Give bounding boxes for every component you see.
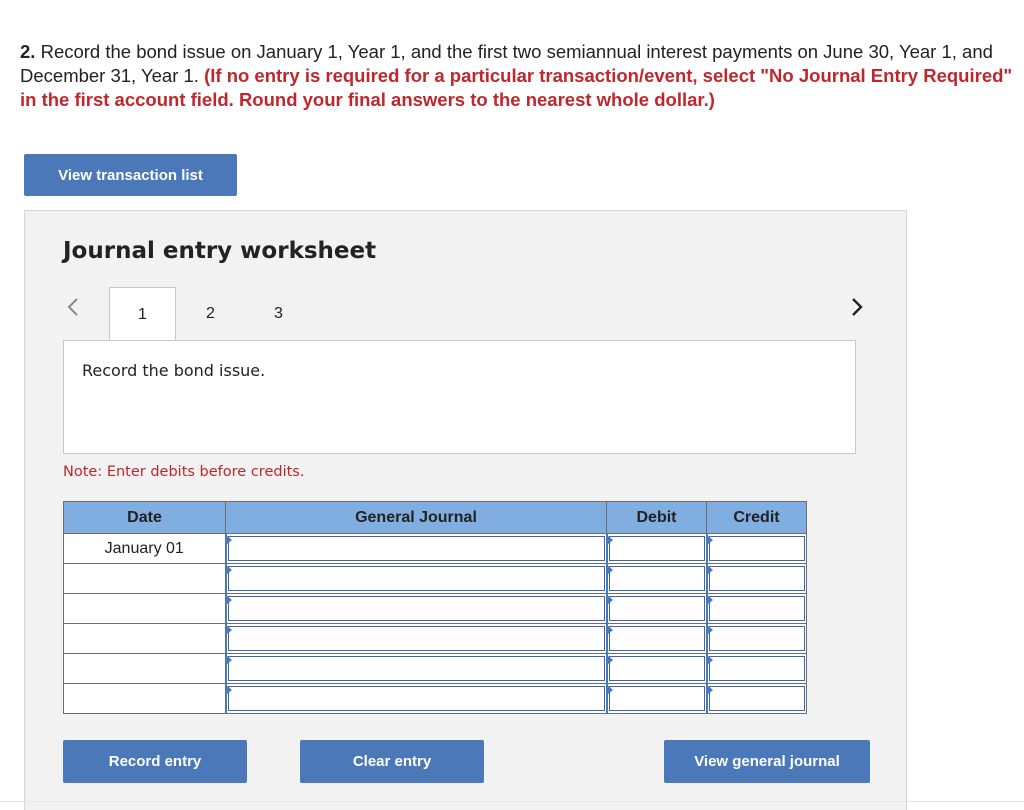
- account-field[interactable]: [227, 566, 605, 591]
- tab-1[interactable]: 1: [109, 287, 176, 341]
- credit-field[interactable]: [708, 566, 805, 591]
- view-general-journal-button[interactable]: View general journal: [664, 740, 870, 783]
- debit-field[interactable]: [608, 656, 705, 681]
- dropdown-marker-icon: [225, 625, 232, 635]
- dropdown-marker-icon: [706, 625, 713, 635]
- debit-field-cell: [605, 653, 707, 684]
- date-column-header: Date: [63, 501, 226, 534]
- credit-field-cell: [705, 593, 807, 624]
- journal-row: [63, 563, 807, 594]
- journal-header-row: Date General Journal Debit Credit: [63, 501, 807, 534]
- date-cell[interactable]: January 01: [63, 533, 226, 564]
- credit-field-cell: [705, 623, 807, 654]
- debit-field-cell: [605, 623, 707, 654]
- journal-entry-worksheet-panel: Journal entry worksheet 1 2 3 Record the…: [24, 210, 907, 810]
- credit-field-cell: [705, 683, 807, 714]
- tab-2[interactable]: 2: [177, 287, 244, 341]
- debit-field[interactable]: [608, 596, 705, 621]
- dropdown-marker-icon: [706, 685, 713, 695]
- dropdown-marker-icon: [606, 535, 613, 545]
- debit-field[interactable]: [608, 566, 705, 591]
- date-cell[interactable]: [63, 653, 226, 684]
- dropdown-marker-icon: [706, 565, 713, 575]
- date-cell[interactable]: [63, 563, 226, 594]
- journal-row: January 01: [63, 533, 807, 564]
- question-number: 2.: [20, 41, 36, 62]
- debit-column-header: Debit: [606, 501, 707, 534]
- tab-2-label: 2: [206, 305, 215, 322]
- dropdown-marker-icon: [606, 655, 613, 665]
- debit-field[interactable]: [608, 686, 705, 711]
- dropdown-marker-icon: [225, 535, 232, 545]
- credit-field[interactable]: [708, 686, 805, 711]
- journal-row: [63, 593, 807, 624]
- account-field[interactable]: [227, 686, 605, 711]
- journal-row: [63, 683, 807, 714]
- date-cell[interactable]: [63, 593, 226, 624]
- dropdown-marker-icon: [706, 595, 713, 605]
- tab-3-label: 3: [274, 305, 283, 322]
- credit-field-cell: [705, 653, 807, 684]
- debit-field[interactable]: [608, 536, 705, 561]
- journal-row: [63, 623, 807, 654]
- worksheet-tabs: 1 2 3: [25, 287, 908, 341]
- account-field-cell: [224, 623, 607, 654]
- dropdown-marker-icon: [225, 595, 232, 605]
- journal-table: Date General Journal Debit Credit Januar…: [63, 501, 807, 714]
- credit-column-header: Credit: [706, 501, 807, 534]
- credit-field[interactable]: [708, 656, 805, 681]
- debit-field[interactable]: [608, 626, 705, 651]
- question-text: 2. Record the bond issue on January 1, Y…: [20, 40, 1015, 112]
- dropdown-marker-icon: [606, 685, 613, 695]
- dropdown-marker-icon: [606, 625, 613, 635]
- account-field[interactable]: [227, 536, 605, 561]
- credit-field[interactable]: [708, 626, 805, 651]
- credit-field-cell: [705, 533, 807, 564]
- account-field-cell: [224, 653, 607, 684]
- debit-field-cell: [605, 683, 707, 714]
- worksheet-title: Journal entry worksheet: [63, 238, 377, 264]
- transaction-description-box: Record the bond issue.: [63, 340, 856, 454]
- dropdown-marker-icon: [706, 655, 713, 665]
- account-field[interactable]: [227, 626, 605, 651]
- clear-entry-button[interactable]: Clear entry: [300, 740, 484, 783]
- account-field-cell: [224, 563, 607, 594]
- tab-1-label: 1: [138, 305, 147, 323]
- account-field-cell: [224, 683, 607, 714]
- account-field-cell: [224, 533, 607, 564]
- debit-field-cell: [605, 593, 707, 624]
- tab-3[interactable]: 3: [245, 287, 312, 341]
- dropdown-marker-icon: [225, 685, 232, 695]
- chevron-left-icon[interactable]: [63, 295, 83, 319]
- credit-field-cell: [705, 563, 807, 594]
- dropdown-marker-icon: [606, 565, 613, 575]
- dropdown-marker-icon: [706, 535, 713, 545]
- journal-row: [63, 653, 807, 684]
- dropdown-marker-icon: [225, 565, 232, 575]
- credit-field[interactable]: [708, 596, 805, 621]
- entry-note: Note: Enter debits before credits.: [63, 464, 305, 480]
- chevron-right-icon[interactable]: [847, 295, 867, 319]
- date-cell[interactable]: [63, 623, 226, 654]
- dropdown-marker-icon: [225, 655, 232, 665]
- general-journal-column-header: General Journal: [225, 501, 607, 534]
- transaction-description: Record the bond issue.: [82, 361, 266, 380]
- debit-field-cell: [605, 533, 707, 564]
- account-field[interactable]: [227, 656, 605, 681]
- debit-field-cell: [605, 563, 707, 594]
- account-field-cell: [224, 593, 607, 624]
- account-field[interactable]: [227, 596, 605, 621]
- dropdown-marker-icon: [606, 595, 613, 605]
- record-entry-button[interactable]: Record entry: [63, 740, 247, 783]
- view-transaction-list-button[interactable]: View transaction list: [24, 154, 237, 196]
- page-divider: [0, 801, 1024, 802]
- credit-field[interactable]: [708, 536, 805, 561]
- date-cell[interactable]: [63, 683, 226, 714]
